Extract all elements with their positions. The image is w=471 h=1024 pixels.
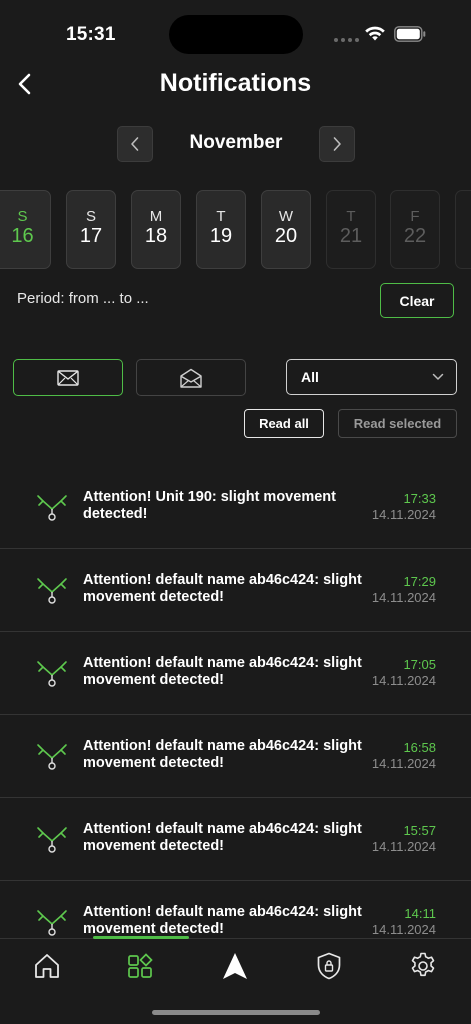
- day-number: 17: [79, 225, 103, 247]
- read-all-button[interactable]: Read all: [244, 409, 324, 438]
- battery-icon: [394, 26, 426, 42]
- grid-icon: [128, 953, 153, 978]
- tab-security[interactable]: [309, 949, 349, 983]
- notification-date: 14.11.2024: [371, 590, 436, 605]
- notification-text: Attention! default name ab46c424: slight…: [83, 738, 362, 771]
- tab-home[interactable]: [27, 949, 67, 983]
- read-selected-button[interactable]: Read selected: [338, 409, 457, 438]
- day-cell-3[interactable]: T 19: [196, 190, 246, 269]
- notification-item[interactable]: Attention! default name ab46c424: slight…: [0, 715, 471, 798]
- day-cell-6: F 22: [390, 190, 440, 269]
- day-of-week: F: [410, 208, 420, 225]
- movement-sensor-icon: [37, 910, 67, 936]
- navigation-arrow-icon: [223, 953, 247, 979]
- day-number: 21: [339, 225, 363, 247]
- active-tab-indicator: [93, 936, 189, 939]
- notification-date: 14.11.2024: [371, 673, 436, 688]
- movement-sensor-icon: [37, 827, 67, 853]
- tab-settings[interactable]: [403, 949, 443, 983]
- notification-text: Attention! default name ab46c424: slight…: [83, 904, 362, 937]
- day-cell-1[interactable]: S 17: [66, 190, 116, 269]
- tab-devices[interactable]: [120, 949, 160, 983]
- previous-month-button[interactable]: [117, 126, 153, 162]
- movement-sensor-icon: [37, 744, 67, 770]
- envelope-open-icon: [180, 368, 202, 388]
- notification-date: 14.11.2024: [371, 756, 436, 771]
- day-number: 18: [144, 225, 168, 247]
- day-cell-5: T 21: [326, 190, 376, 269]
- notification-list[interactable]: Attention! Unit 190: slight movement det…: [0, 466, 471, 938]
- movement-sensor-icon: [37, 578, 67, 604]
- back-button[interactable]: [8, 66, 42, 102]
- day-strip[interactable]: S 16 S 17 M 18 T 19 W 20 T 21 F 22: [0, 190, 471, 270]
- month-label: November: [189, 132, 283, 153]
- notification-date: 14.11.2024: [371, 839, 436, 854]
- day-cell-4[interactable]: W 20: [261, 190, 311, 269]
- day-of-week: T: [216, 208, 226, 225]
- notification-time: 17:05: [403, 657, 436, 672]
- notification-item[interactable]: Attention! default name ab46c424: slight…: [0, 632, 471, 715]
- movement-sensor-icon: [37, 495, 67, 521]
- notification-item[interactable]: Attention! default name ab46c424: slight…: [0, 798, 471, 881]
- notification-date: 14.11.2024: [371, 922, 436, 937]
- wifi-icon: [365, 26, 385, 41]
- status-time: 15:31: [66, 24, 116, 45]
- notification-time: 14:11: [404, 906, 436, 921]
- notification-text: Attention! Unit 190: slight movement det…: [83, 489, 336, 522]
- day-of-week: M: [149, 208, 163, 225]
- day-number: 22: [403, 225, 427, 247]
- day-of-week: S: [85, 208, 96, 225]
- notification-item[interactable]: Attention! Unit 190: slight movement det…: [0, 466, 471, 549]
- day-cell-0[interactable]: S 16: [0, 190, 51, 269]
- dynamic-island: [169, 15, 303, 54]
- notification-time: 17:29: [403, 574, 436, 589]
- notification-time: 15:57: [403, 823, 436, 838]
- chevron-right-icon: [333, 137, 341, 151]
- notification-text: Attention! default name ab46c424: slight…: [83, 572, 362, 605]
- day-of-week: S: [17, 208, 28, 225]
- notification-text: Attention! default name ab46c424: slight…: [83, 655, 362, 688]
- day-of-week: T: [346, 208, 356, 225]
- period-label: Period: from ... to ...: [17, 290, 149, 307]
- notification-text: Attention! default name ab46c424: slight…: [83, 821, 362, 854]
- read-filter-button[interactable]: [136, 359, 246, 396]
- home-indicator: [152, 1010, 320, 1015]
- movement-sensor-icon: [37, 661, 67, 687]
- notification-date: 14.11.2024: [371, 507, 436, 522]
- unread-filter-button[interactable]: [13, 359, 123, 396]
- day-cell-partial: [455, 190, 471, 269]
- next-month-button[interactable]: [319, 126, 355, 162]
- notification-item[interactable]: Attention! default name ab46c424: slight…: [0, 549, 471, 632]
- chevron-down-icon: [432, 373, 444, 380]
- tab-navigation[interactable]: [215, 949, 255, 983]
- day-number: 16: [11, 225, 34, 247]
- gear-icon: [411, 952, 435, 977]
- day-cell-2[interactable]: M 18: [131, 190, 181, 269]
- status-bar: 15:31: [0, 0, 471, 70]
- envelope-closed-icon: [57, 369, 79, 386]
- notification-time: 16:58: [403, 740, 436, 755]
- day-number: 19: [209, 225, 233, 247]
- chevron-left-icon: [131, 137, 139, 151]
- notification-time: 17:33: [403, 491, 436, 506]
- shield-lock-icon: [317, 952, 341, 980]
- day-number: 20: [274, 225, 298, 247]
- chevron-left-icon: [18, 73, 31, 95]
- signal-icon: [334, 38, 359, 42]
- clear-button[interactable]: Clear: [380, 283, 454, 318]
- type-select-value: All: [301, 369, 319, 385]
- page-title: Notifications: [159, 69, 312, 97]
- day-of-week: W: [278, 208, 294, 225]
- notification-item[interactable]: Attention! default name ab46c424: slight…: [0, 881, 471, 938]
- home-icon: [35, 954, 59, 978]
- type-select[interactable]: All: [286, 359, 457, 395]
